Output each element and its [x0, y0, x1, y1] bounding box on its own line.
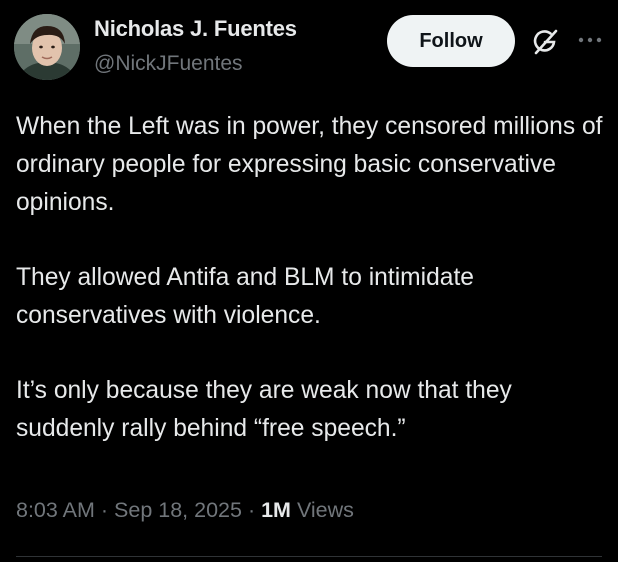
more-options-icon[interactable] [575, 28, 605, 52]
tweet-paragraph: It’s only because they are weak now that… [16, 377, 512, 442]
tweet-paragraph: They allowed Antifa and BLM to intimidat… [16, 264, 474, 329]
tweet-meta: 8:03 AM · Sep 18, 2025 · 1M Views [16, 498, 354, 523]
follow-button[interactable]: Follow [387, 15, 515, 67]
meta-separator: · [100, 498, 109, 522]
tweet-date[interactable]: Sep 18, 2025 [114, 498, 242, 522]
divider [16, 556, 602, 557]
tweet-paragraph: When the Left was in power, they censore… [16, 113, 603, 216]
tweet-time[interactable]: 8:03 AM [16, 498, 95, 522]
avatar[interactable] [14, 14, 80, 80]
views-label: Views [296, 498, 354, 522]
meta-separator: · [247, 498, 256, 522]
author-handle[interactable]: @NickJFuentes [94, 52, 243, 76]
author-display-name[interactable]: Nicholas J. Fuentes [94, 16, 297, 42]
tweet-text: When the Left was in power, they censore… [16, 108, 612, 485]
grok-icon[interactable] [530, 27, 560, 57]
views-count[interactable]: 1M [261, 498, 291, 522]
